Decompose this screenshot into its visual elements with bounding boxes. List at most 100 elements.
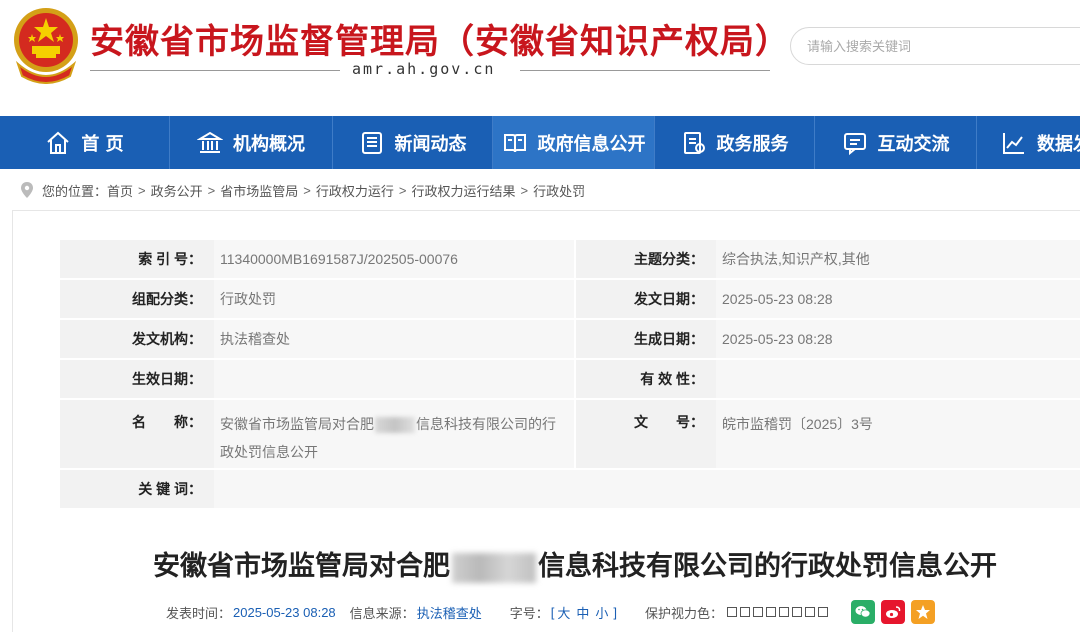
font-size-bracket-open: [ — [550, 604, 555, 620]
breadcrumb-link-penalty[interactable]: 行政处罚 — [533, 181, 585, 200]
divider-right — [520, 70, 770, 71]
breadcrumb-link-admin-results[interactable]: 行政权力运行结果 — [411, 181, 515, 200]
meta-label: 主题分类： — [576, 240, 716, 278]
nav-item-data[interactable]: 数据发布 — [977, 116, 1080, 169]
meta-label: 索 引 号： — [60, 240, 214, 278]
breadcrumb-link-gov-open[interactable]: 政务公开 — [151, 181, 203, 200]
font-size-small-button[interactable]: 小 — [595, 603, 608, 622]
nav-label: 新闻动态 — [394, 133, 467, 155]
breadcrumb: 您的位置： 首页 > 政务公开 > 省市场监管局 > 行政权力运行 > 行政权力… — [20, 180, 585, 200]
breadcrumb-separator: > — [398, 182, 407, 198]
star-icon — [916, 605, 931, 619]
favorite-button[interactable] — [911, 600, 936, 624]
color-swatch[interactable] — [779, 607, 790, 617]
breadcrumb-separator: > — [207, 182, 216, 198]
color-swatch[interactable] — [818, 607, 829, 617]
meta-row: 组配分类： 行政处罚 发文日期： 2025-05-23 08:28 — [60, 280, 1080, 320]
article-title-part2: 信息科技有限公司的行政处罚信息公开 — [538, 551, 997, 582]
building-icon — [197, 131, 223, 153]
font-size-large-button[interactable]: 大 — [557, 603, 570, 622]
eye-protect-label: 保护视力色： — [645, 605, 724, 621]
meta-row: 名 称： 安徽省市场监管局对合肥 信息科技有限公司的行 政处罚信息公开 文 号：皖… — [60, 400, 1080, 470]
meta-label: 生效日期： — [60, 360, 214, 398]
breadcrumb-link-provincial[interactable]: 省市场监管局 — [220, 181, 298, 200]
article-title: 安徽省市场监管局对合肥 信息科技有限公司的行政处罚信息公开 — [0, 544, 1080, 583]
weibo-icon — [886, 606, 901, 618]
search-box — [790, 27, 1080, 65]
color-swatch[interactable] — [727, 607, 738, 617]
location-pin-icon — [21, 182, 33, 198]
nav-item-news[interactable]: 新闻动态 — [333, 116, 493, 169]
newspaper-icon — [361, 131, 382, 154]
chart-icon — [1003, 132, 1024, 154]
nav-item-services[interactable]: 政务服务 — [655, 116, 815, 169]
meta-label: 发文机构： — [60, 320, 214, 358]
nav-label: 互动交流 — [877, 133, 950, 155]
article-meta: 发表时间： 2025-05-23 08:28 信息来源： 执法稽查处 字号： [… — [166, 600, 941, 624]
meta-gen-date: 2025-05-23 08:28 — [716, 320, 1080, 358]
meta-name-part1: 安徽省市场监管局对合肥 — [220, 416, 374, 432]
home-icon — [47, 131, 70, 154]
breadcrumb-prefix: 您的位置： — [42, 183, 108, 199]
breadcrumb-link-home[interactable]: 首页 — [107, 181, 133, 200]
domain-line: amr.ah.gov.cn — [90, 60, 770, 80]
publish-time: 2025-05-23 08:28 — [233, 604, 336, 620]
meta-label: 组配分类： — [60, 280, 214, 318]
meta-keywords — [214, 470, 1080, 508]
nav-item-gov-info[interactable]: 政府信息公开 — [493, 116, 655, 169]
nav-label: 数据发布 — [1037, 133, 1080, 155]
eye-protect-colors — [727, 607, 831, 617]
article-title-part1: 安徽省市场监管局对合肥 — [153, 551, 450, 582]
chat-icon — [843, 132, 866, 155]
document-meta-table: 索 引 号： 11340000MB1691587J/202505-00076 主题… — [60, 240, 1080, 510]
color-swatch[interactable] — [753, 607, 764, 617]
source-link[interactable]: 执法稽查处 — [417, 603, 482, 622]
share-buttons — [851, 600, 941, 624]
meta-label: 有 效 性： — [576, 360, 716, 398]
color-swatch[interactable] — [792, 607, 803, 617]
meta-label: 发文日期： — [576, 280, 716, 318]
nav-item-interaction[interactable]: 互动交流 — [815, 116, 977, 169]
meta-row: 发文机构： 执法稽查处 生成日期： 2025-05-23 08:28 — [60, 320, 1080, 360]
site-domain: amr.ah.gov.cn — [352, 60, 496, 78]
document-icon — [683, 131, 705, 154]
divider-left — [90, 70, 340, 71]
meta-category: 行政处罚 — [214, 280, 574, 318]
share-weibo-button[interactable] — [881, 600, 906, 624]
book-icon — [503, 133, 526, 152]
color-swatch[interactable] — [766, 607, 777, 617]
meta-issue-date: 2025-05-23 08:28 — [716, 280, 1080, 318]
breadcrumb-separator: > — [138, 182, 146, 198]
meta-org: 执法稽查处 — [214, 320, 574, 358]
color-swatch[interactable] — [805, 607, 816, 617]
nav-item-about[interactable]: 机构概况 — [170, 116, 333, 169]
breadcrumb-separator: > — [303, 182, 311, 198]
share-wechat-button[interactable] — [851, 600, 876, 624]
meta-index-no: 11340000MB1691587J/202505-00076 — [214, 240, 574, 278]
meta-row: 生效日期： 有 效 性： — [60, 360, 1080, 400]
site-title: 安徽省市场监督管理局（安徽省知识产权局） — [90, 22, 790, 62]
nav-label: 首 页 — [81, 133, 124, 155]
nav-label: 机构概况 — [233, 133, 305, 155]
redaction-blur — [375, 417, 415, 434]
meta-label: 生成日期： — [576, 320, 716, 358]
meta-label: 关 键 词： — [60, 470, 214, 508]
nav-label: 政务服务 — [716, 133, 789, 155]
meta-name-line2: 政处罚信息公开 — [220, 444, 318, 460]
meta-label: 文 号： — [576, 400, 716, 468]
meta-row: 关 键 词： — [60, 470, 1080, 510]
publish-time-label: 发表时间： — [166, 605, 232, 621]
main-nav: 首 页 机构概况 新闻动态 政府信息公开 政务服务 互动交流 数据发布 — [0, 116, 1080, 169]
meta-name-part2: 信息科技有限公司的行 — [416, 416, 556, 432]
meta-label: 名 称： — [60, 400, 214, 468]
breadcrumb-link-admin-power[interactable]: 行政权力运行 — [316, 181, 394, 200]
breadcrumb-separator: > — [520, 182, 529, 198]
redaction-blur — [452, 552, 536, 583]
search-input[interactable] — [807, 28, 1080, 64]
meta-row: 索 引 号： 11340000MB1691587J/202505-00076 主题… — [60, 240, 1080, 280]
font-size-bracket-close: ] — [613, 604, 618, 620]
color-swatch[interactable] — [740, 607, 751, 617]
font-size-medium-button[interactable]: 中 — [576, 603, 589, 622]
font-size-label: 字号： — [509, 605, 549, 621]
nav-item-home[interactable]: 首 页 — [0, 116, 170, 169]
